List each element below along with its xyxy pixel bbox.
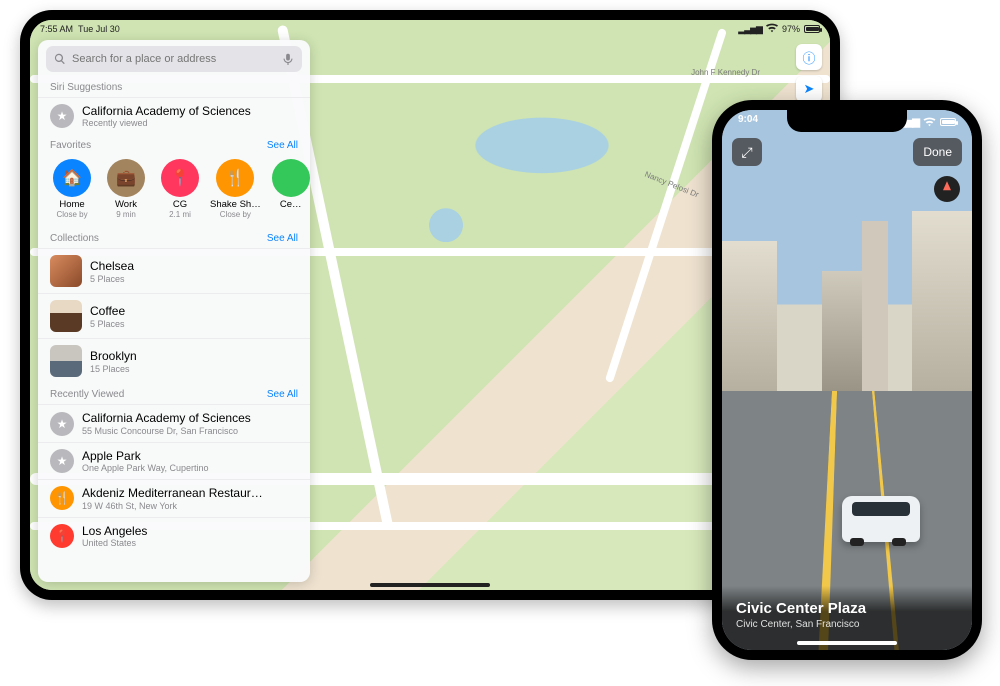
favorite-work[interactable]: 💼 Work 9 min	[102, 159, 150, 219]
favorite-shake-shack[interactable]: 🍴 Shake Sh… Close by	[210, 159, 261, 219]
home-icon: 🏠	[53, 159, 91, 197]
recent-los-angeles[interactable]: 📍 Los Angeles United States	[38, 517, 310, 554]
status-time: 9:04	[738, 114, 758, 130]
collection-thumb	[50, 345, 82, 377]
ipad-status-bar: 7:55 AM Tue Jul 30 ▂▃▅▆ 97%	[30, 20, 830, 38]
recent-cas[interactable]: ★ California Academy of Sciences 55 Musi…	[38, 404, 310, 441]
status-right: ▂▃▅▆ 97%	[738, 23, 820, 35]
recent-see-all[interactable]: See All	[267, 389, 298, 400]
info-icon: ⓘ	[802, 48, 815, 67]
expand-icon: ⤢	[741, 144, 752, 161]
collection-thumb	[50, 300, 82, 332]
battery-percent: 97%	[782, 24, 800, 34]
search-field[interactable]	[46, 46, 302, 72]
pin-icon: 📍	[161, 159, 199, 197]
star-icon: ★	[50, 412, 74, 436]
collection-brooklyn[interactable]: Brooklyn 15 Places	[38, 338, 310, 383]
locate-button[interactable]: ➤	[796, 76, 822, 102]
siri-suggestion-row[interactable]: ★ California Academy of Sciences Recentl…	[38, 97, 310, 134]
dictate-icon[interactable]	[282, 53, 294, 65]
battery-icon	[804, 25, 820, 33]
wifi-icon	[766, 23, 778, 35]
collection-chelsea[interactable]: Chelsea 5 Places	[38, 248, 310, 293]
siri-item-title: California Academy of Sciences	[82, 104, 251, 118]
favorite-home[interactable]: 🏠 Home Close by	[48, 159, 96, 219]
recent-apple-park[interactable]: ★ Apple Park One Apple Park Way, Cuperti…	[38, 442, 310, 479]
collection-coffee[interactable]: Coffee 5 Places	[38, 293, 310, 338]
section-siri-suggestions: Siri Suggestions	[38, 76, 310, 97]
battery-icon	[940, 118, 956, 126]
favorite-icon	[272, 159, 310, 197]
fork-knife-icon: 🍴	[50, 486, 74, 510]
caption-title: Civic Center Plaza	[736, 600, 958, 617]
status-time-date: 7:55 AM Tue Jul 30	[40, 24, 120, 34]
caption-subtitle: Civic Center, San Francisco	[736, 619, 958, 630]
search-icon	[54, 53, 66, 65]
iphone-screen: 9:04 ▂▃▅▆ ⤢ Done Civic Center Plaza Civi…	[722, 110, 972, 650]
recent-akdeniz[interactable]: 🍴 Akdeniz Mediterranean Restaur… 19 W 46…	[38, 479, 310, 516]
road-label-jfk: John F Kennedy Dr	[691, 68, 760, 77]
location-arrow-icon: ➤	[804, 81, 815, 97]
home-indicator[interactable]	[797, 641, 897, 645]
briefcase-icon: 💼	[107, 159, 145, 197]
favorites-see-all[interactable]: See All	[267, 140, 298, 151]
pin-icon: 📍	[50, 524, 74, 548]
section-collections: Collections See All	[38, 227, 310, 248]
lookaround-top-controls: ⤢ Done	[732, 138, 962, 168]
cellular-signal-icon: ▂▃▅▆	[738, 24, 762, 35]
notch	[787, 110, 907, 132]
collection-thumb	[50, 255, 82, 287]
done-button[interactable]: Done	[913, 138, 962, 166]
favorites-strip[interactable]: 🏠 Home Close by 💼 Work 9 min 📍 CG 2.1 mi…	[38, 155, 310, 227]
collections-see-all[interactable]: See All	[267, 233, 298, 244]
ipad-screen: 7:55 AM Tue Jul 30 ▂▃▅▆ 97% John F Kenne…	[30, 20, 830, 590]
compass-icon[interactable]	[934, 176, 960, 202]
search-panel: Siri Suggestions ★ California Academy of…	[38, 40, 310, 582]
star-icon: ★	[50, 449, 74, 473]
search-input[interactable]	[72, 53, 276, 65]
siri-item-sub: Recently viewed	[82, 118, 251, 128]
info-button[interactable]: ⓘ	[796, 44, 822, 70]
favorite-cg[interactable]: 📍 CG 2.1 mi	[156, 159, 204, 219]
vehicle	[842, 496, 920, 542]
star-icon: ★	[50, 104, 74, 128]
home-indicator[interactable]	[370, 583, 490, 587]
iphone-device: 9:04 ▂▃▅▆ ⤢ Done Civic Center Plaza Civi…	[712, 100, 982, 660]
section-recently-viewed: Recently Viewed See All	[38, 383, 310, 404]
section-favorites: Favorites See All	[38, 134, 310, 155]
wifi-icon	[923, 117, 936, 127]
favorite-more[interactable]: Ce…	[267, 159, 310, 219]
expand-button[interactable]: ⤢	[732, 138, 762, 166]
fork-knife-icon: 🍴	[216, 159, 254, 197]
